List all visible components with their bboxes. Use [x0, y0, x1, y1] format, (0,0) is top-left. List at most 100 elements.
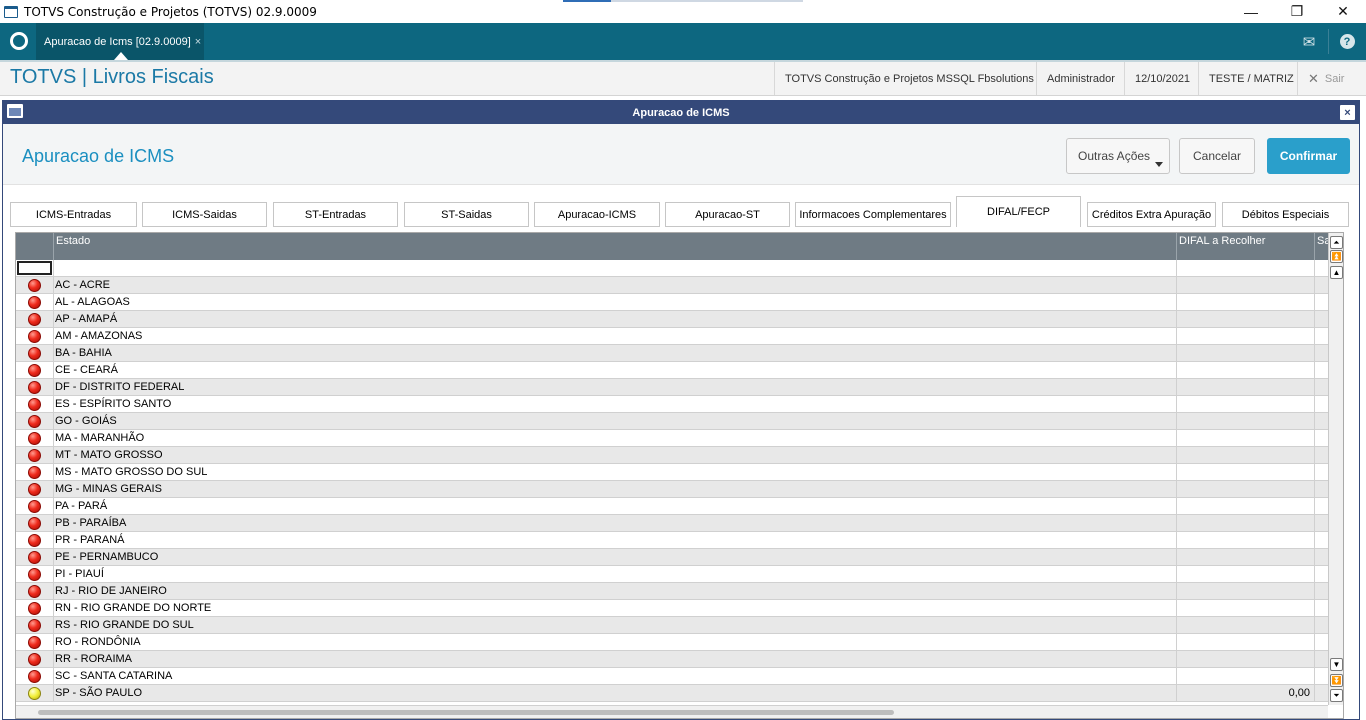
table-row[interactable]: SP - SÃO PAULO 0,00	[16, 685, 1328, 702]
difal-cell[interactable]	[1176, 549, 1314, 565]
estado-cell[interactable]: RO - RONDÔNIA	[53, 634, 1176, 650]
tab-informacoes-complementares[interactable]: Informacoes Complementares	[795, 202, 951, 227]
status-cell[interactable]	[16, 549, 53, 565]
table-row[interactable]: AC - ACRE	[16, 277, 1328, 294]
tab-creditos-extra-apuracao[interactable]: Créditos Extra Apuração	[1087, 202, 1216, 227]
difal-cell[interactable]	[1176, 430, 1314, 446]
scroll-up-icon[interactable]: ▲	[1330, 266, 1343, 279]
tab-debitos-especiais[interactable]: Débitos Especiais	[1222, 202, 1349, 227]
status-cell[interactable]	[16, 617, 53, 633]
tab-close-icon[interactable]: ×	[195, 36, 201, 48]
scroll-down-icon[interactable]: ▼	[1330, 658, 1343, 671]
estado-cell[interactable]: MS - MATO GROSSO DO SUL	[53, 464, 1176, 480]
status-cell[interactable]	[16, 413, 53, 429]
estado-column-header[interactable]: Estado	[53, 233, 1176, 260]
status-cell[interactable]	[16, 294, 53, 310]
table-row[interactable]: RN - RIO GRANDE DO NORTE	[16, 600, 1328, 617]
estado-cell[interactable]: MG - MINAS GERAIS	[53, 481, 1176, 497]
status-cell[interactable]	[16, 566, 53, 582]
difal-cell[interactable]	[1176, 311, 1314, 327]
difal-column-header[interactable]: DIFAL a Recolher	[1176, 233, 1314, 260]
status-cell[interactable]	[16, 583, 53, 599]
difal-cell[interactable]	[1176, 617, 1314, 633]
difal-cell[interactable]	[1176, 464, 1314, 480]
status-cell[interactable]	[16, 362, 53, 378]
difal-cell[interactable]	[1176, 634, 1314, 650]
status-cell[interactable]	[16, 396, 53, 412]
other-actions-button[interactable]: Outras Ações	[1066, 138, 1170, 174]
status-cell[interactable]	[16, 464, 53, 480]
vertical-scrollbar[interactable]: ⏶ ⏫ ▲ ▼ ⏬ ⏷	[1328, 233, 1343, 705]
table-row[interactable]: BA - BAHIA	[16, 345, 1328, 362]
tab-icms-entradas[interactable]: ICMS-Entradas	[10, 202, 137, 227]
row-selector[interactable]	[16, 260, 53, 276]
difal-cell[interactable]	[1176, 668, 1314, 684]
difal-cell[interactable]: 0,00	[1176, 685, 1314, 701]
estado-cell[interactable]: RS - RIO GRANDE DO SUL	[53, 617, 1176, 633]
status-cell[interactable]	[16, 668, 53, 684]
estado-cell[interactable]: RJ - RIO DE JANEIRO	[53, 583, 1176, 599]
status-cell[interactable]	[16, 311, 53, 327]
table-row[interactable]: CE - CEARÁ	[16, 362, 1328, 379]
table-row[interactable]: PR - PARANÁ	[16, 532, 1328, 549]
tab-apuracao-icms-folder[interactable]: Apuracao-ICMS	[534, 202, 660, 227]
estado-cell[interactable]: DF - DISTRITO FEDERAL	[53, 379, 1176, 395]
status-cell[interactable]	[16, 447, 53, 463]
difal-cell[interactable]	[1176, 532, 1314, 548]
table-row-edit[interactable]	[16, 260, 1328, 277]
mail-icon[interactable]: ✉	[1294, 23, 1324, 60]
difal-cell[interactable]	[1176, 498, 1314, 514]
difal-cell[interactable]	[1176, 481, 1314, 497]
estado-cell[interactable]: RN - RIO GRANDE DO NORTE	[53, 600, 1176, 616]
tab-apuracao-st[interactable]: Apuracao-ST	[665, 202, 790, 227]
difal-cell[interactable]	[1176, 294, 1314, 310]
table-row[interactable]: PE - PERNAMBUCO	[16, 549, 1328, 566]
estado-cell[interactable]: MA - MARANHÃO	[53, 430, 1176, 446]
status-cell[interactable]	[16, 481, 53, 497]
status-cell[interactable]	[16, 634, 53, 650]
table-row[interactable]: ES - ESPÍRITO SANTO	[16, 396, 1328, 413]
close-window-button[interactable]: ✕	[1320, 0, 1366, 23]
table-row[interactable]: RS - RIO GRANDE DO SUL	[16, 617, 1328, 634]
table-row[interactable]: RR - RORAIMA	[16, 651, 1328, 668]
difal-cell[interactable]	[1176, 515, 1314, 531]
estado-cell[interactable]: SP - SÃO PAULO	[53, 685, 1176, 701]
table-row[interactable]: AM - AMAZONAS	[16, 328, 1328, 345]
estado-cell[interactable]	[53, 260, 1176, 276]
tab-st-entradas[interactable]: ST-Entradas	[273, 202, 398, 227]
scroll-page-down-icon[interactable]: ⏬	[1330, 674, 1343, 687]
difal-cell[interactable]	[1176, 600, 1314, 616]
difal-cell[interactable]	[1176, 651, 1314, 667]
estado-cell[interactable]: PR - PARANÁ	[53, 532, 1176, 548]
minimize-button[interactable]: —	[1228, 0, 1274, 23]
status-cell[interactable]	[16, 685, 53, 701]
restore-button[interactable]: ❐	[1274, 0, 1320, 23]
status-cell[interactable]	[16, 532, 53, 548]
estado-cell[interactable]: PI - PIAUÍ	[53, 566, 1176, 582]
exit-button[interactable]: ✕ Sair	[1297, 62, 1354, 95]
tab-icms-saidas[interactable]: ICMS-Saidas	[142, 202, 267, 227]
difal-cell[interactable]	[1176, 277, 1314, 293]
estado-cell[interactable]: AM - AMAZONAS	[53, 328, 1176, 344]
status-cell[interactable]	[16, 345, 53, 361]
difal-cell[interactable]	[1176, 328, 1314, 344]
estado-cell[interactable]: AC - ACRE	[53, 277, 1176, 293]
table-row[interactable]: SC - SANTA CATARINA	[16, 668, 1328, 685]
scroll-bottom-icon[interactable]: ⏷	[1330, 689, 1343, 702]
difal-cell[interactable]	[1176, 345, 1314, 361]
scroll-page-up-icon[interactable]: ⏫	[1330, 250, 1343, 263]
table-row[interactable]: MG - MINAS GERAIS	[16, 481, 1328, 498]
table-row[interactable]: MT - MATO GROSSO	[16, 447, 1328, 464]
status-cell[interactable]	[16, 515, 53, 531]
table-row[interactable]: AP - AMAPÁ	[16, 311, 1328, 328]
selection-box[interactable]	[17, 261, 52, 275]
estado-cell[interactable]: SC - SANTA CATARINA	[53, 668, 1176, 684]
estado-cell[interactable]: PA - PARÁ	[53, 498, 1176, 514]
estado-cell[interactable]: AL - ALAGOAS	[53, 294, 1176, 310]
estado-cell[interactable]: MT - MATO GROSSO	[53, 447, 1176, 463]
estado-cell[interactable]: BA - BAHIA	[53, 345, 1176, 361]
tab-st-saidas[interactable]: ST-Saidas	[404, 202, 529, 227]
estado-cell[interactable]: ES - ESPÍRITO SANTO	[53, 396, 1176, 412]
estado-cell[interactable]: PB - PARAÍBA	[53, 515, 1176, 531]
estado-cell[interactable]: PE - PERNAMBUCO	[53, 549, 1176, 565]
